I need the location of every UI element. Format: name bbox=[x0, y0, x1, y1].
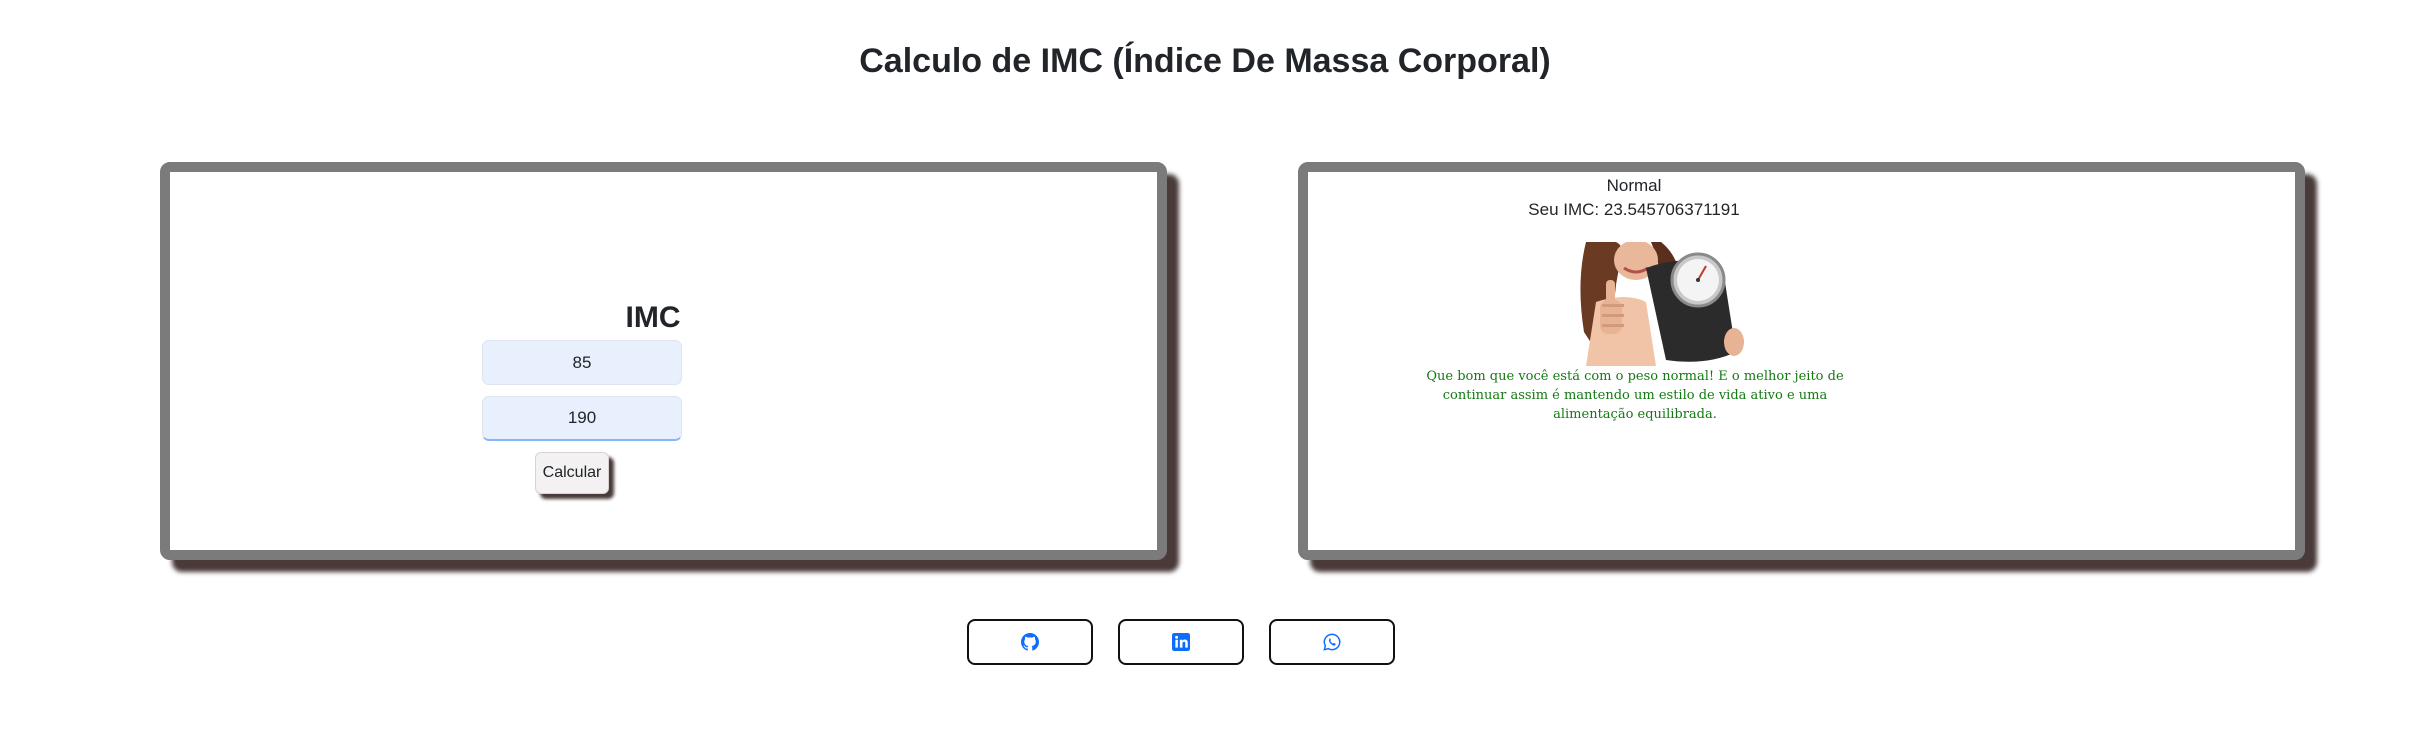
height-input[interactable] bbox=[482, 396, 682, 441]
imc-form-panel: IMC Calcular bbox=[160, 162, 1167, 560]
calculate-button[interactable]: Calcular bbox=[535, 452, 609, 494]
result-status: Normal bbox=[1606, 176, 1662, 195]
github-icon bbox=[1021, 633, 1039, 651]
whatsapp-button[interactable] bbox=[1269, 619, 1395, 665]
github-button[interactable] bbox=[967, 619, 1093, 665]
result-message: Que bom que você está com o peso normal!… bbox=[1426, 369, 1844, 422]
woman-holding-scale-image bbox=[1566, 242, 1744, 366]
social-links bbox=[0, 619, 2410, 665]
whatsapp-icon bbox=[1323, 633, 1341, 651]
imc-form: IMC Calcular bbox=[170, 172, 1177, 550]
woman-holding-scale-illustration bbox=[1566, 242, 1744, 366]
form-heading: IMC bbox=[625, 301, 681, 334]
result-area: Normal Seu IMC: 23.545706371191 Que bom … bbox=[1308, 172, 2295, 550]
linkedin-icon bbox=[1172, 633, 1190, 651]
result-imc-value: Seu IMC: 23.545706371191 bbox=[1528, 200, 1740, 219]
linkedin-button[interactable] bbox=[1118, 619, 1244, 665]
weight-input[interactable] bbox=[482, 340, 682, 385]
result-panel: Normal Seu IMC: 23.545706371191 Que bom … bbox=[1298, 162, 2305, 560]
page-title: Calculo de IMC (Índice De Massa Corporal… bbox=[859, 42, 1551, 80]
